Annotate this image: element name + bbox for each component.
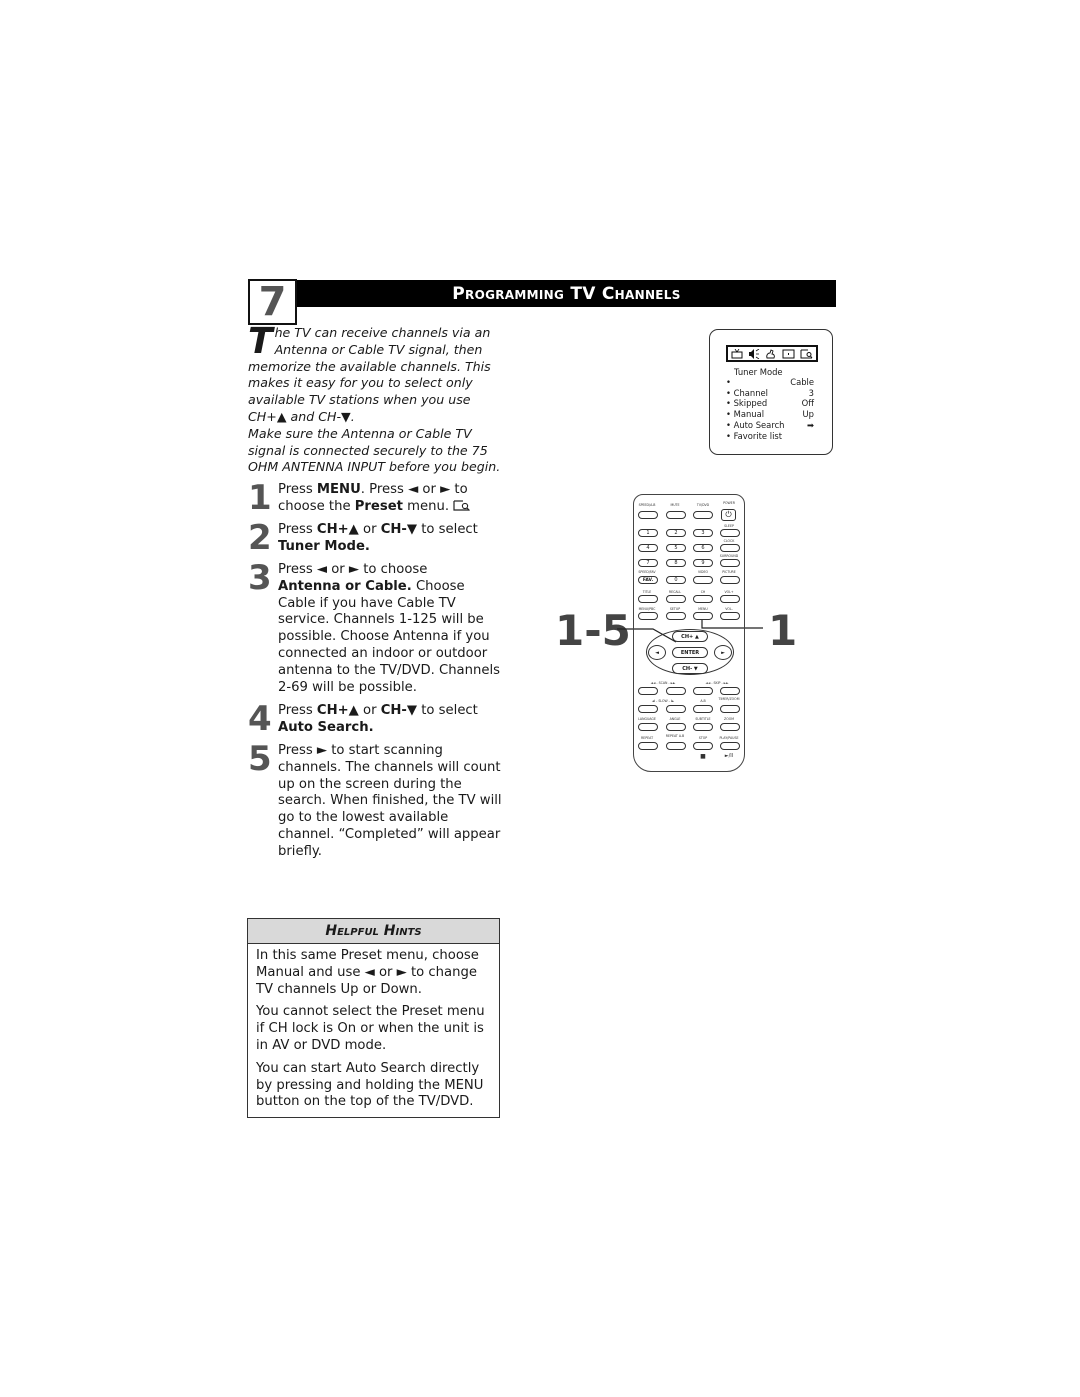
zoom-button[interactable] xyxy=(720,723,740,731)
helpful-hints-title: Helpful Hints xyxy=(248,919,499,944)
remote-label: SLEEP xyxy=(724,524,734,528)
repeat-a-b-button[interactable] xyxy=(666,742,686,750)
recall-button[interactable] xyxy=(666,595,686,603)
remote-label: SPEED/A-B xyxy=(638,503,656,507)
helpful-hints-body: In this same Preset menu, choose Manual … xyxy=(248,944,499,1121)
remote-label: A-B xyxy=(700,699,706,703)
repeat-button[interactable] xyxy=(638,742,658,750)
digit-7-button[interactable]: 7 xyxy=(638,559,658,567)
digit-5-button[interactable]: 5 xyxy=(666,544,686,552)
remote-label: ANGLE xyxy=(669,717,681,721)
remote-label: RECALL xyxy=(668,590,682,594)
vol-up-button[interactable] xyxy=(720,595,740,603)
left-arrow-button[interactable]: ◄ xyxy=(648,645,666,660)
skip-back-button[interactable] xyxy=(693,687,713,695)
remote-label: CLOCK xyxy=(723,539,735,543)
power-icon: ⏻ xyxy=(725,510,732,519)
remote-label: VOL+ xyxy=(724,590,734,594)
remote-label: ZOOM xyxy=(724,717,734,721)
remote-label: ◄◄ - SKIP - ►► xyxy=(705,681,729,685)
remote-label: REPEAT A-B xyxy=(665,734,685,738)
digit-4-button[interactable]: 4 xyxy=(638,544,658,552)
hint-item: In this same Preset menu, choose Manual … xyxy=(256,948,479,997)
digit-6-button[interactable]: 6 xyxy=(693,544,713,552)
power-button[interactable]: ⏻ xyxy=(721,509,736,521)
remote-label: REPEAT xyxy=(640,736,654,740)
surround-button[interactable] xyxy=(720,559,740,567)
speed-button[interactable] xyxy=(638,511,658,519)
remote-label: SPEED/FAV xyxy=(638,570,656,574)
title-button[interactable] xyxy=(638,595,658,603)
digit-0-button[interactable]: 0 xyxy=(666,576,686,584)
remote-label: VOL- xyxy=(725,607,733,611)
clock-button[interactable] xyxy=(720,544,740,552)
vol-down-button[interactable] xyxy=(720,612,740,620)
mute-button[interactable] xyxy=(666,511,686,519)
ch-down-button[interactable]: CH- ▼ xyxy=(672,663,708,674)
ch-up-button[interactable]: CH+ ▲ xyxy=(672,631,708,642)
remote-label: TV/DVD xyxy=(696,503,710,507)
remote-label: SUBTITLE xyxy=(695,717,711,721)
callout-lines xyxy=(617,612,763,643)
play-pause-icon: ►/II xyxy=(724,753,734,759)
stop-button[interactable] xyxy=(693,742,713,750)
digit-9-button[interactable]: 9 xyxy=(693,559,713,567)
remote-label: TITLE xyxy=(642,590,652,594)
a-b-button[interactable] xyxy=(693,705,713,713)
ch-button[interactable] xyxy=(693,595,713,603)
remote-label: VIDEO xyxy=(697,570,709,574)
scan-back-button[interactable] xyxy=(638,687,658,695)
remote-label: TIMER/ZOOM xyxy=(718,697,740,701)
sleep-button[interactable] xyxy=(720,529,740,537)
angle-button[interactable] xyxy=(666,723,686,731)
remote-label: PLAY/PAUSE xyxy=(719,736,739,740)
enter-button[interactable]: ENTER xyxy=(672,647,708,658)
skip-forward-button[interactable] xyxy=(720,687,740,695)
stop-icon: ■ xyxy=(700,753,706,760)
helpful-hints-box: Helpful Hints In this same Preset menu, … xyxy=(247,918,500,1118)
digit-8-button[interactable]: 8 xyxy=(666,559,686,567)
picture-button[interactable] xyxy=(720,576,740,584)
remote-label: MENU xyxy=(698,607,708,611)
remote-label: MENU/PBC xyxy=(638,607,656,611)
remote-label: ◄I - SLOW - I► xyxy=(651,699,675,703)
remote-label: SURROUND xyxy=(719,554,739,558)
play-pause-button[interactable] xyxy=(720,742,740,750)
remote-label: STOP xyxy=(698,736,708,740)
menu-pbc-button[interactable] xyxy=(638,612,658,620)
remote-label: SETUP xyxy=(669,607,681,611)
digit-1-button[interactable]: 1 xyxy=(638,529,658,537)
remote-label: PICTURE xyxy=(722,570,736,574)
remote-label: MUTE xyxy=(670,503,680,507)
subtitle-button[interactable] xyxy=(693,723,713,731)
digit-3-button[interactable]: 3 xyxy=(693,529,713,537)
hint-item: You cannot select the Preset menu if CH … xyxy=(256,1004,485,1053)
remote-control-illustration: SPEED/A-B MUTE TV/DVD POWER ⏻ SLEEP CLOC… xyxy=(633,494,745,772)
remote-label: CH xyxy=(700,590,706,594)
setup-button[interactable] xyxy=(666,612,686,620)
video-button[interactable] xyxy=(693,576,713,584)
timer-button[interactable] xyxy=(720,705,740,713)
remote-label: POWER xyxy=(723,501,735,505)
right-arrow-button[interactable]: ► xyxy=(714,645,732,660)
tv-dvd-button[interactable] xyxy=(693,511,713,519)
scan-forward-button[interactable] xyxy=(666,687,686,695)
fav-button[interactable]: FAV. xyxy=(638,576,658,584)
remote-label: ◄◄ - SCAN - ►► xyxy=(650,681,676,685)
menu-button[interactable] xyxy=(693,612,713,620)
remote-label: LANGUAGE xyxy=(638,717,656,721)
slow-forward-button[interactable] xyxy=(666,705,686,713)
slow-back-button[interactable] xyxy=(638,705,658,713)
hint-item: You can start Auto Search directly by pr… xyxy=(256,1060,484,1110)
language-button[interactable] xyxy=(638,723,658,731)
digit-2-button[interactable]: 2 xyxy=(666,529,686,537)
